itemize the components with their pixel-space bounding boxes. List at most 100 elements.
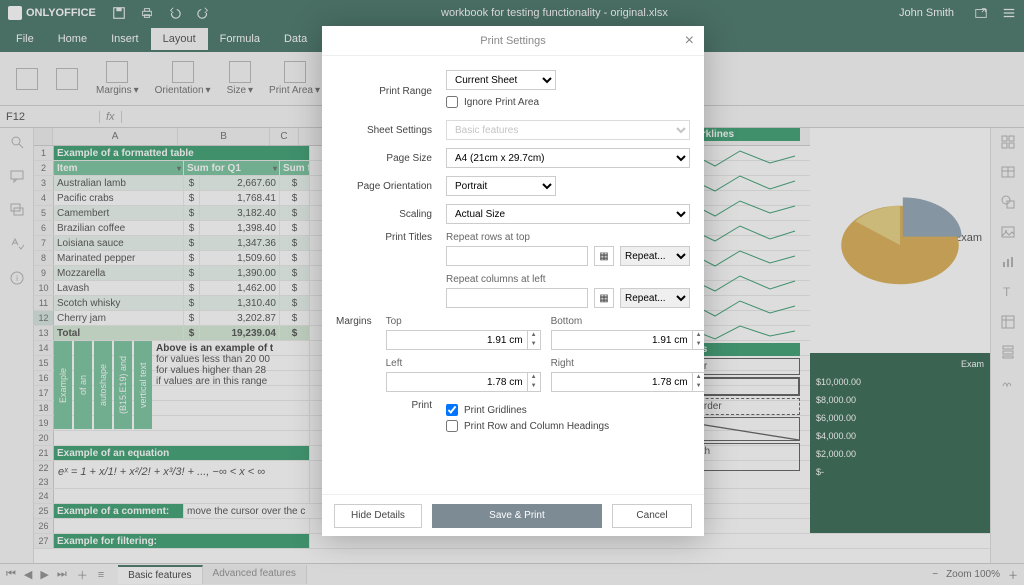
print-range-select[interactable]: Current Sheet — [446, 70, 556, 90]
sheet-tab[interactable]: Advanced features — [203, 565, 307, 584]
margin-right-input[interactable] — [551, 372, 692, 392]
row-header[interactable]: 14 — [34, 341, 54, 355]
cell[interactable]: Sum f — [280, 161, 310, 175]
cell[interactable]: Total — [54, 326, 184, 340]
spinner-icon[interactable]: ▲▼ — [527, 372, 541, 392]
save-icon[interactable] — [112, 6, 126, 20]
column-header[interactable]: C — [270, 128, 299, 145]
cell[interactable]: $ — [184, 296, 200, 310]
cell[interactable]: Example of a comment: — [54, 504, 184, 518]
sheet-settings-select[interactable]: Basic features — [446, 120, 690, 140]
menu-item-data[interactable]: Data — [272, 28, 319, 50]
zoom-out-icon[interactable]: − — [932, 569, 938, 580]
cell[interactable]: 19,239.04 — [200, 326, 280, 340]
row-header[interactable]: 1 — [34, 146, 54, 160]
cell[interactable]: 3,202.87 — [200, 311, 280, 325]
column-header[interactable]: B — [178, 128, 270, 145]
sheet-nav-first-icon[interactable]: ⏮ — [6, 568, 16, 581]
cell[interactable]: 3,182.40 — [200, 206, 280, 220]
cell[interactable] — [54, 519, 310, 533]
select-range-icon[interactable]: ▦ — [594, 246, 614, 266]
row-header[interactable]: 26 — [34, 519, 54, 533]
cell[interactable]: Lavash — [54, 281, 184, 295]
ribbon-paste[interactable] — [48, 66, 86, 92]
cell[interactable]: $ — [280, 176, 310, 190]
slicer-settings-icon[interactable] — [1000, 344, 1016, 360]
feedback-icon[interactable]: i — [9, 270, 25, 286]
zoom-in-icon[interactable]: ＋ — [1008, 567, 1018, 582]
spellcheck-icon[interactable] — [9, 236, 25, 252]
cell[interactable]: $ — [184, 206, 200, 220]
cell[interactable]: Mozzarella — [54, 266, 184, 280]
cell[interactable]: Marinated pepper — [54, 251, 184, 265]
row-header[interactable]: 18 — [34, 401, 54, 415]
ribbon-orientation[interactable]: Orientation ▾ — [147, 59, 219, 98]
cell-settings-icon[interactable] — [1000, 134, 1016, 150]
menu-item-file[interactable]: File — [4, 28, 46, 50]
cell[interactable]: $ — [280, 311, 310, 325]
fx-icon[interactable]: fx — [100, 111, 122, 123]
chat-icon[interactable] — [9, 202, 25, 218]
cell[interactable]: 1,462.00 — [200, 281, 280, 295]
search-icon[interactable] — [9, 134, 25, 150]
row-header[interactable]: 9 — [34, 266, 54, 280]
cell[interactable]: $ — [280, 191, 310, 205]
cell[interactable]: 1,398.40 — [200, 221, 280, 235]
repeat-cols-input[interactable] — [446, 288, 588, 308]
cancel-button[interactable]: Cancel — [612, 504, 692, 528]
row-header[interactable]: 2 — [34, 161, 54, 175]
menu-icon[interactable] — [1002, 6, 1016, 20]
row-header[interactable]: 4 — [34, 191, 54, 205]
print-icon[interactable] — [140, 6, 154, 20]
comments-icon[interactable] — [9, 168, 25, 184]
spinner-icon[interactable]: ▲▼ — [527, 330, 541, 350]
row-header[interactable]: 27 — [34, 534, 54, 548]
row-header[interactable]: 3 — [34, 176, 54, 190]
row-header[interactable]: 17 — [34, 386, 54, 400]
margin-bottom-input[interactable] — [551, 330, 692, 350]
cell[interactable]: $ — [184, 266, 200, 280]
cell[interactable]: Brazilian coffee — [54, 221, 184, 235]
cell[interactable] — [54, 431, 310, 445]
ribbon-margins[interactable]: Margins ▾ — [88, 59, 147, 98]
cell[interactable]: $ — [280, 251, 310, 265]
row-header[interactable]: 16 — [34, 371, 54, 385]
cell[interactable]: $ — [280, 281, 310, 295]
page-orientation-select[interactable]: Portrait — [446, 176, 556, 196]
cell[interactable]: $ — [184, 191, 200, 205]
cell[interactable]: $ — [184, 236, 200, 250]
sheet-nav-prev-icon[interactable]: ◀ — [24, 568, 32, 581]
cell[interactable]: $ — [184, 311, 200, 325]
cell[interactable]: $ — [184, 251, 200, 265]
select-range-icon[interactable]: ▦ — [594, 288, 614, 308]
cell[interactable]: $ — [280, 221, 310, 235]
cell[interactable]: 1,347.36 — [200, 236, 280, 250]
margin-top-input[interactable] — [386, 330, 527, 350]
cell[interactable]: $ — [280, 296, 310, 310]
redo-icon[interactable] — [196, 6, 210, 20]
row-header[interactable]: 20 — [34, 431, 54, 445]
column-header[interactable]: A — [53, 128, 178, 145]
repeat-rows-select[interactable]: Repeat... — [620, 246, 690, 266]
scaling-select[interactable]: Actual Size — [446, 204, 690, 224]
save-and-print-button[interactable]: Save & Print — [432, 504, 602, 528]
chart-settings-icon[interactable] — [1000, 254, 1016, 270]
cell[interactable]: Example for filtering: — [54, 534, 310, 548]
sheet-nav-last-icon[interactable]: ⏭ — [57, 568, 67, 581]
text-settings-icon[interactable]: T — [1000, 284, 1016, 300]
cell[interactable]: Australian lamb — [54, 176, 184, 190]
row-header[interactable]: 6 — [34, 221, 54, 235]
open-location-icon[interactable] — [974, 6, 988, 20]
cell[interactable]: 1,390.00 — [200, 266, 280, 280]
cell[interactable]: 1,768.41 — [200, 191, 280, 205]
menu-item-home[interactable]: Home — [46, 28, 99, 50]
ribbon-print-area[interactable]: Print Area ▾ — [261, 59, 328, 98]
print-gridlines-checkbox[interactable] — [446, 404, 458, 416]
cell[interactable]: Scotch whisky — [54, 296, 184, 310]
spinner-icon[interactable]: ▲▼ — [692, 372, 704, 392]
row-header[interactable]: 24 — [34, 489, 54, 503]
row-header[interactable]: 8 — [34, 251, 54, 265]
close-icon[interactable]: × — [685, 32, 694, 50]
cell[interactable]: Sum for Q1 — [184, 161, 280, 175]
row-header[interactable]: 12 — [34, 311, 54, 325]
